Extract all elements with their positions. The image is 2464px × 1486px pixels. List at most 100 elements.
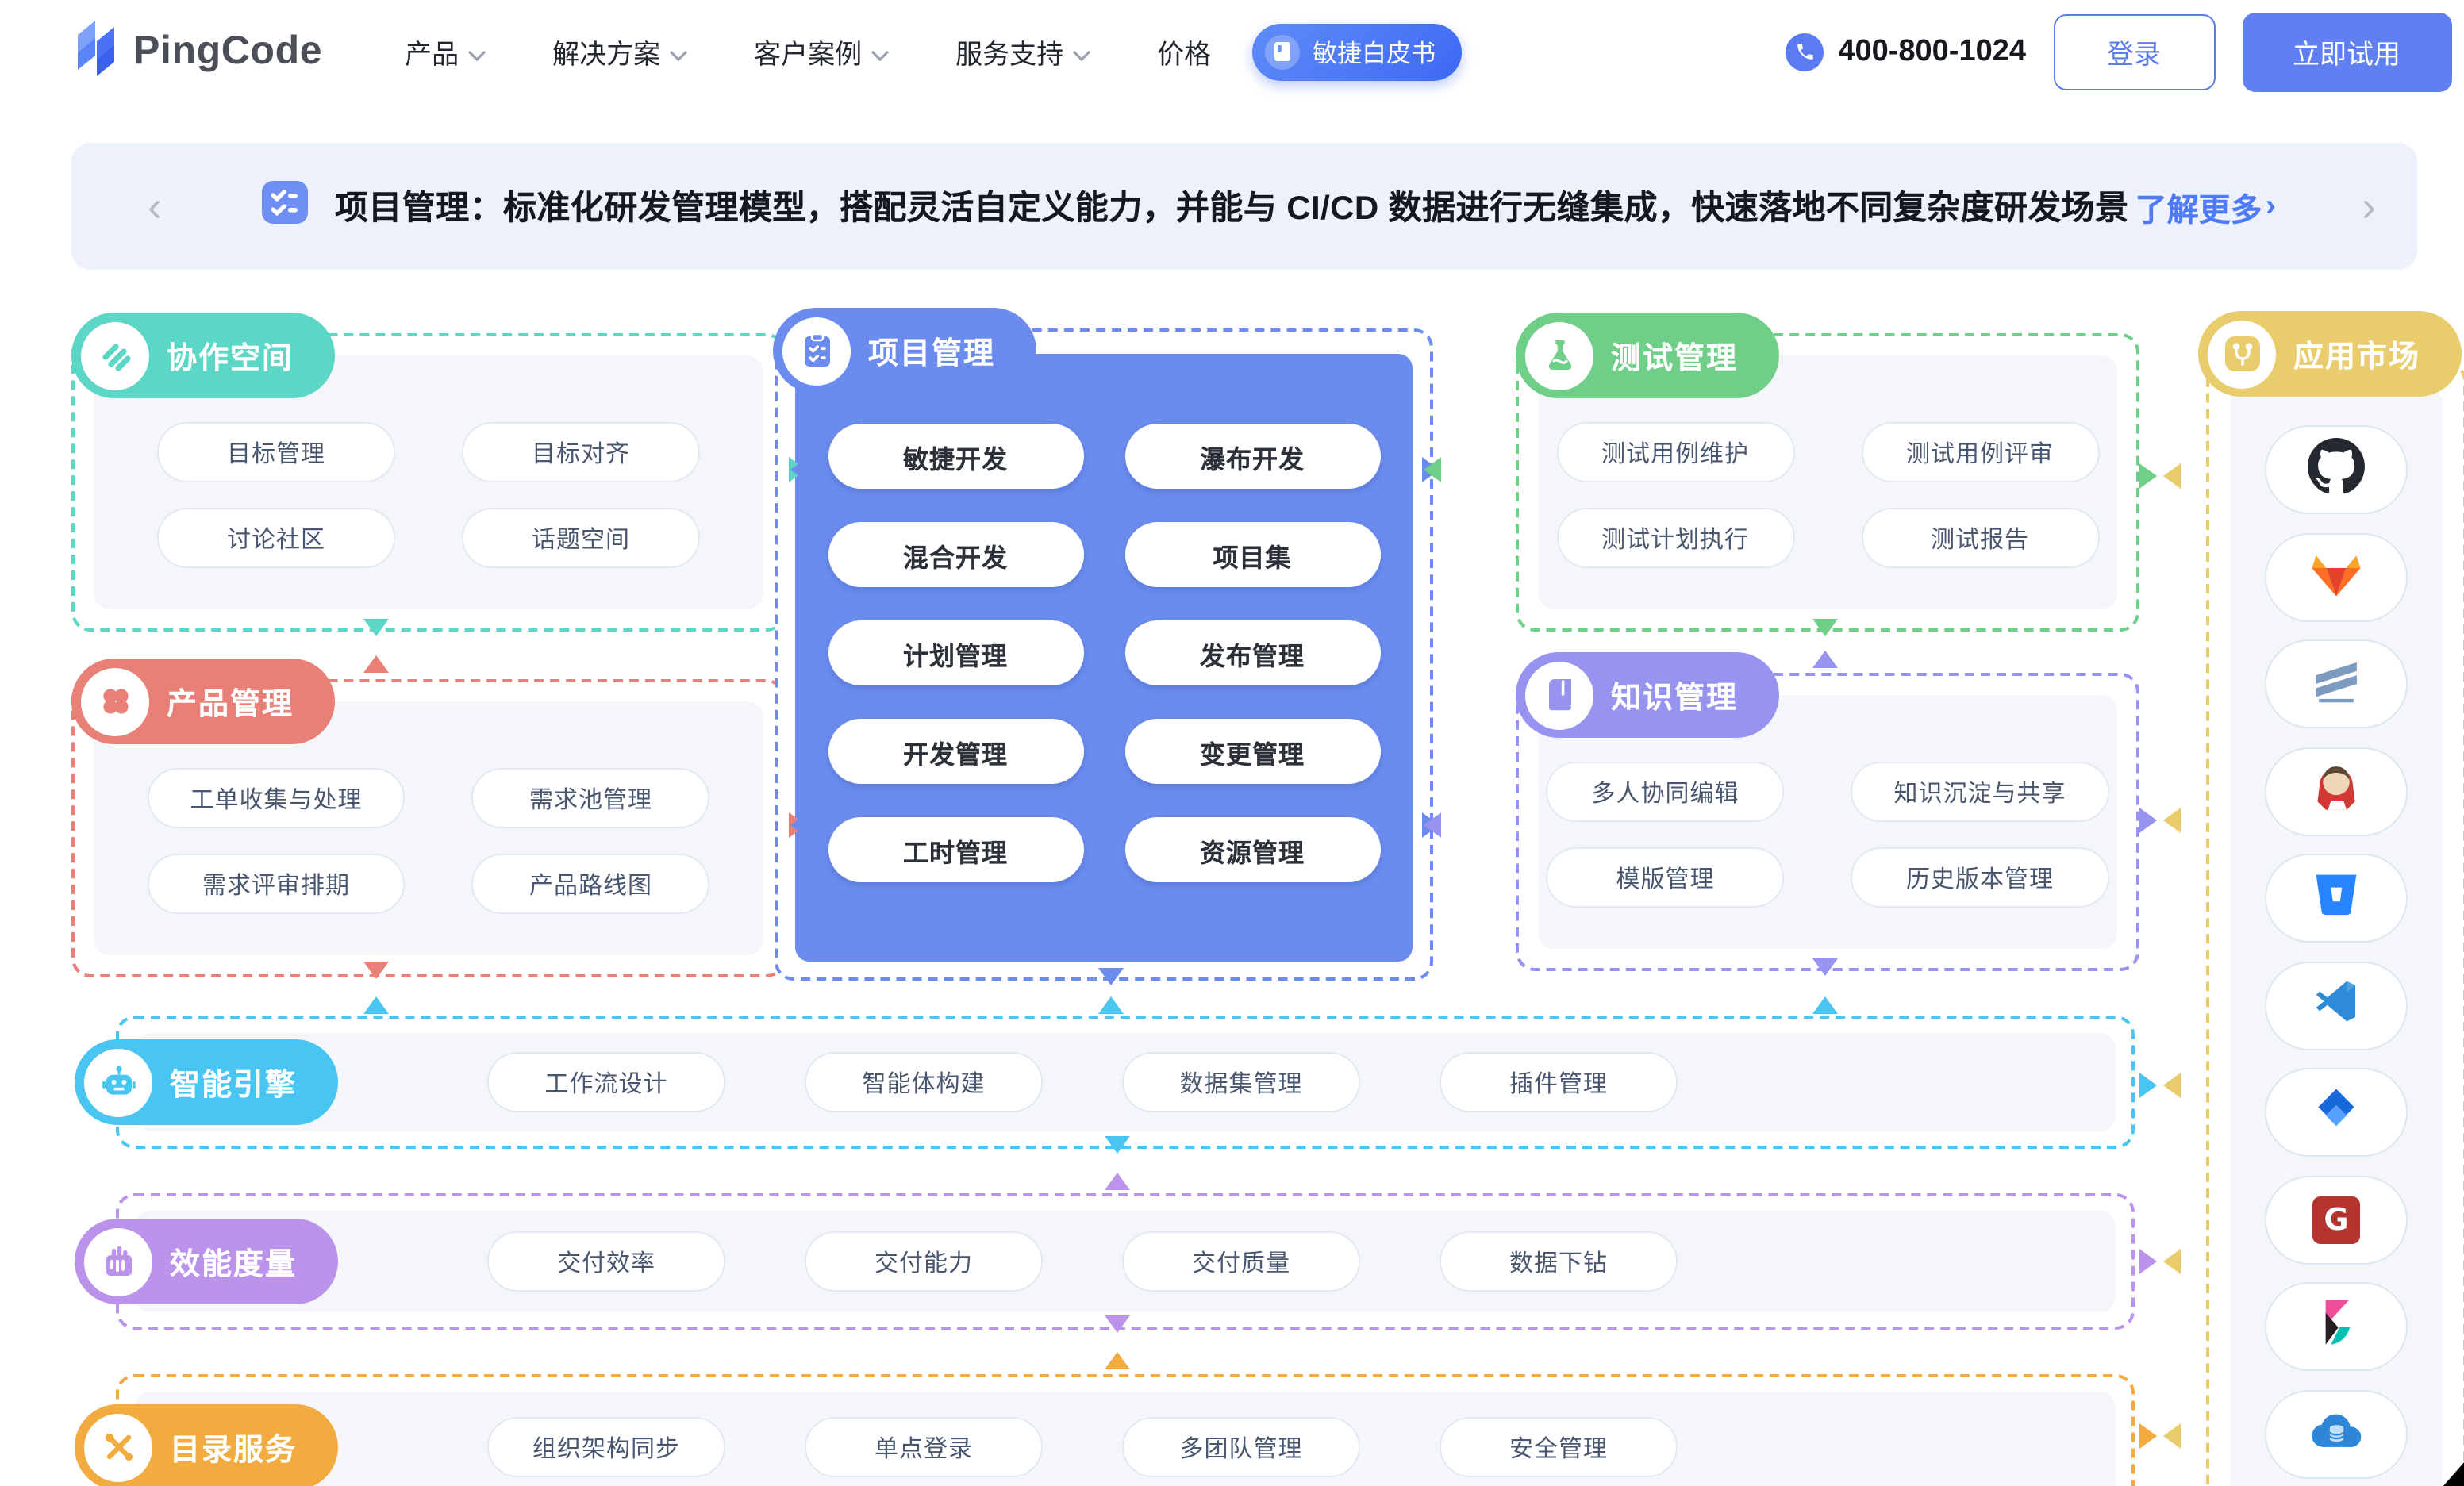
feature-pill[interactable]: 多人协同编辑 [1546, 762, 1784, 822]
feature-pill[interactable]: 安全管理 [1440, 1417, 1678, 1477]
feature-pill[interactable]: 智能体构建 [805, 1052, 1043, 1112]
nav-item-solutions[interactable]: 解决方案 [552, 32, 687, 71]
feature-pill[interactable]: 测试计划执行 [1556, 508, 1794, 568]
feature-pill[interactable]: 目标对齐 [462, 422, 700, 482]
project-feature-pill[interactable]: 资源管理 [1124, 817, 1380, 882]
project-feature-pill[interactable]: 变更管理 [1124, 719, 1380, 784]
project-feature-pill[interactable]: 瀑布开发 [1124, 424, 1380, 489]
project-feature-pill[interactable]: 混合开发 [828, 522, 1083, 587]
section-app-market: G [2206, 362, 2464, 1486]
feature-pill[interactable]: 讨论社区 [157, 508, 395, 568]
app-pill-jenkins[interactable] [2265, 747, 2408, 835]
connector-arrow [2163, 1423, 2181, 1449]
gitlab-icon [2309, 547, 2363, 606]
project-feature-pill[interactable]: 工时管理 [828, 817, 1083, 882]
app-pill-vscode[interactable] [2265, 961, 2408, 1050]
connector-arrow [363, 619, 389, 636]
feature-pill[interactable]: 测试用例维护 [1556, 422, 1794, 482]
feature-pill[interactable]: 产品路线图 [472, 854, 710, 914]
brand-name: PingCode [133, 29, 322, 75]
section-header-knowledge: 知识管理 [1516, 652, 1779, 738]
feature-pill[interactable]: 交付质量 [1122, 1231, 1360, 1292]
app-pill-github[interactable] [2265, 425, 2408, 514]
feature-pill[interactable]: 话题空间 [462, 508, 700, 568]
feature-pill[interactable]: 数据集管理 [1122, 1052, 1360, 1112]
mouse-cursor [2442, 1461, 2464, 1486]
app-pill-subversion[interactable] [2265, 639, 2408, 728]
connector-arrow [1812, 996, 1838, 1014]
try-now-button[interactable]: 立即试用 [2242, 12, 2451, 91]
feature-pill[interactable]: 需求评审排期 [147, 854, 405, 914]
learn-more-link[interactable]: 了解更多 › [2135, 183, 2276, 229]
feature-pill[interactable]: 工单收集与处理 [147, 768, 405, 828]
login-button[interactable]: 登录 [2053, 13, 2215, 90]
github-icon [2308, 437, 2365, 502]
learn-more-label: 了解更多 [2135, 183, 2262, 229]
chevron-down-icon [871, 37, 889, 69]
app-pill-gitlab[interactable] [2265, 532, 2408, 621]
chevron-down-icon [670, 37, 687, 69]
section-project: 敏捷开发瀑布开发混合开发项目集计划管理发布管理开发管理变更管理工时管理资源管理 [775, 328, 1433, 981]
feature-pill[interactable]: 测试报告 [1861, 508, 2099, 568]
project-feature-pill[interactable]: 项目集 [1124, 522, 1380, 587]
connector-arrow [2163, 1073, 2181, 1098]
app-pill-jira[interactable] [2265, 1068, 2408, 1157]
app-pill-bitbucket[interactable] [2265, 854, 2408, 943]
project-feature-pill[interactable]: 敏捷开发 [828, 424, 1083, 489]
feature-pill[interactable]: 数据下钻 [1440, 1231, 1678, 1292]
section-header-product: 产品管理 [71, 659, 335, 744]
feature-pill[interactable]: 多团队管理 [1122, 1417, 1360, 1477]
connector-arrow [363, 962, 389, 979]
app-pill-kibana[interactable] [2265, 1282, 2408, 1371]
phone-icon [1786, 33, 1824, 71]
phone-contact[interactable]: 400-800-1024 [1786, 33, 2026, 71]
nav-item-products[interactable]: 产品 [405, 32, 486, 71]
nav-item-pricing[interactable]: 价格 [1157, 32, 1211, 71]
feature-pill[interactable]: 测试用例评审 [1861, 422, 2099, 482]
feature-pill[interactable]: 插件管理 [1440, 1052, 1678, 1112]
feature-pill[interactable]: 单点登录 [805, 1417, 1043, 1477]
gitee-icon: G [2312, 1196, 2360, 1243]
feature-pill[interactable]: 需求池管理 [472, 768, 710, 828]
nav-item-label: 产品 [405, 32, 459, 71]
nav-item-cases[interactable]: 客户案例 [754, 32, 889, 71]
brand-logo[interactable]: PingCode [71, 17, 322, 86]
connector-arrow [1105, 1352, 1130, 1369]
knowledge-features: 多人协同编辑 知识沉淀与共享模版管理 历史版本管理 [1519, 762, 2136, 908]
app-pill-cloud-database[interactable] [2265, 1389, 2408, 1478]
section-title: 产品管理 [167, 680, 294, 723]
connector-arrow [2163, 808, 2181, 833]
nav-item-support[interactable]: 服务支持 [955, 32, 1090, 71]
connector-arrow [790, 457, 808, 482]
connector-arrow [1098, 968, 1124, 985]
connector-arrow [2139, 1423, 2157, 1449]
feature-pill[interactable]: 工作流设计 [487, 1052, 725, 1112]
feature-pill[interactable]: 模版管理 [1546, 847, 1784, 908]
git-branch-icon [2208, 320, 2276, 388]
feature-pill[interactable]: 交付效率 [487, 1231, 725, 1292]
section-header-metrics: 效能度量 [75, 1219, 338, 1304]
project-feature-pill[interactable]: 计划管理 [828, 620, 1083, 685]
project-feature-pill[interactable]: 开发管理 [828, 719, 1083, 784]
feature-pill[interactable]: 历史版本管理 [1851, 847, 2108, 908]
app-pill-gitee[interactable]: G [2265, 1175, 2408, 1264]
tools-icon [84, 1413, 152, 1481]
nav-item-label: 客户案例 [754, 32, 862, 71]
feature-pill[interactable]: 知识沉淀与共享 [1851, 762, 2108, 822]
banner-prev-icon[interactable]: ‹ [148, 185, 162, 228]
feature-pill[interactable]: 交付能力 [805, 1231, 1043, 1292]
banner-text: 项目管理：标准化研发管理模型，搭配灵活自定义能力，并能与 CI/CD 数据进行无… [335, 182, 2128, 230]
feature-pill[interactable]: 目标管理 [157, 422, 395, 482]
bar-chart-icon [84, 1227, 152, 1296]
vscode-icon [2311, 976, 2362, 1035]
whitepaper-badge[interactable]: 敏捷白皮书 [1252, 23, 1461, 80]
banner-next-icon[interactable]: › [2362, 185, 2376, 228]
connector-arrow [790, 812, 808, 838]
page-viewport: PingCode 产品 解决方案 客户案例 服务支持 价格 [0, 0, 2464, 1486]
connector-arrow [363, 996, 389, 1014]
book-icon [1265, 34, 1300, 69]
feature-pill[interactable]: 组织架构同步 [487, 1417, 725, 1477]
connector-arrow [1424, 457, 1441, 482]
project-feature-pill[interactable]: 发布管理 [1124, 620, 1380, 685]
chevron-down-icon [468, 37, 486, 69]
